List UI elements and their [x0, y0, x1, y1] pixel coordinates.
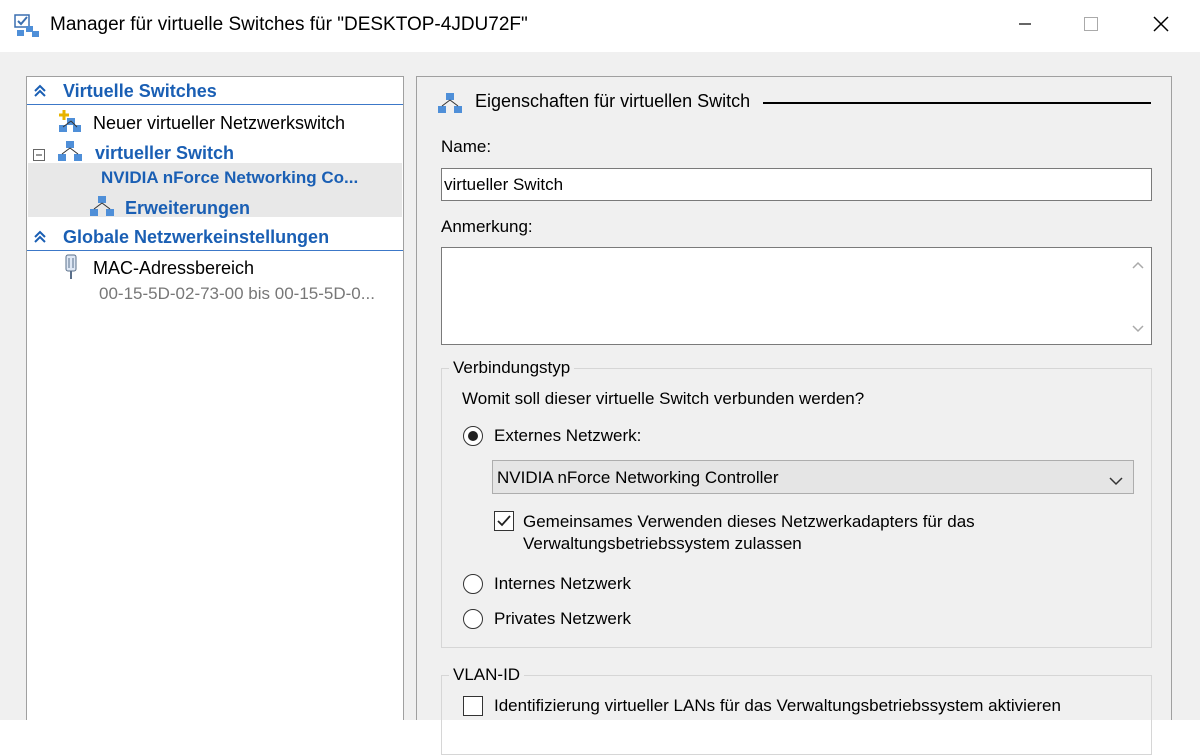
network-adapter-select[interactable]: NVIDIA nForce Networking Controller: [492, 460, 1134, 494]
switch-manager-icon: [14, 14, 40, 38]
name-label: Name:: [441, 137, 492, 156]
connection-type-group: [441, 368, 1152, 648]
title-bar: Manager für virtuelle Switches für "DESK…: [0, 0, 1200, 52]
connection-question: Womit soll dieser virtuelle Switch verbu…: [462, 389, 865, 408]
checkmark-icon: [497, 515, 511, 527]
internal-network-radio[interactable]: [463, 574, 483, 594]
maximize-icon: [1084, 16, 1098, 36]
navigation-pane: Virtuelle Switches Neuer virtueller Netz…: [26, 76, 404, 720]
connection-type-title: Verbindungstyp: [449, 358, 575, 378]
tree-item-label: MAC-Adressbereich: [93, 258, 255, 278]
switch-icon: [57, 139, 83, 168]
vlan-enable-checkbox[interactable]: [463, 696, 483, 716]
vlan-title: VLAN-ID: [449, 665, 525, 685]
notes-textarea[interactable]: [441, 247, 1152, 345]
section-label: Virtuelle Switches: [63, 81, 217, 101]
extensions-icon: [89, 194, 115, 223]
tree-item-label: virtueller Switch: [95, 143, 235, 163]
section-label: Globale Netzwerkeinstellungen: [63, 227, 330, 247]
new-switch-icon: [57, 109, 83, 138]
scroll-down-icon[interactable]: [1131, 322, 1145, 336]
vlan-enable-label[interactable]: Identifizierung virtueller LANs für das …: [494, 696, 1061, 716]
heading-divider: [763, 102, 1151, 104]
close-icon: [1153, 15, 1169, 37]
minimize-icon: [1018, 17, 1032, 36]
tree-item-sublabel: NVIDIA nForce Networking Co...: [101, 168, 359, 187]
properties-pane: Eigenschaften für virtuellen Switch Name…: [416, 76, 1172, 755]
notes-label: Anmerkung:: [441, 217, 533, 236]
switch-icon: [437, 91, 463, 120]
tree-item-label: Neuer virtueller Netzwerkswitch: [93, 113, 346, 133]
share-adapter-label[interactable]: Gemeinsames Verwenden dieses Netzwerkada…: [523, 511, 1043, 555]
dialog-body: Virtuelle Switches Neuer virtueller Netz…: [0, 52, 1200, 755]
collapse-chevron-icon[interactable]: [33, 230, 47, 249]
share-adapter-checkbox[interactable]: [494, 511, 514, 531]
private-network-radio[interactable]: [463, 609, 483, 629]
network-adapter-value: NVIDIA nForce Networking Controller: [497, 468, 779, 487]
properties-heading: Eigenschaften für virtuellen Switch: [475, 91, 751, 111]
tree-item-sublabel: 00-15-5D-02-73-00 bis 00-15-5D-0...: [99, 284, 375, 303]
section-header-global-settings[interactable]: Globale Netzwerkeinstellungen: [27, 224, 403, 251]
mac-address-icon: [63, 254, 79, 285]
window-title: Manager für virtuelle Switches für "DESK…: [50, 14, 528, 35]
external-network-label[interactable]: Externes Netzwerk:: [494, 426, 641, 446]
maximize-button[interactable]: [1058, 0, 1124, 52]
scroll-up-icon[interactable]: [1131, 258, 1145, 272]
collapse-chevron-icon[interactable]: [33, 84, 47, 103]
radio-selected-dot: [468, 431, 478, 441]
close-button[interactable]: [1128, 0, 1194, 52]
minimize-button[interactable]: [992, 0, 1058, 52]
section-header-virtual-switches[interactable]: Virtuelle Switches: [27, 78, 403, 105]
chevron-down-icon: [1109, 471, 1123, 491]
tree-item-label: Erweiterungen: [125, 198, 251, 218]
collapse-minus-icon[interactable]: [33, 145, 45, 166]
internal-network-label[interactable]: Internes Netzwerk: [494, 574, 631, 594]
name-input[interactable]: virtueller Switch: [441, 168, 1152, 201]
private-network-label[interactable]: Privates Netzwerk: [494, 609, 631, 629]
external-network-radio[interactable]: [463, 426, 483, 446]
